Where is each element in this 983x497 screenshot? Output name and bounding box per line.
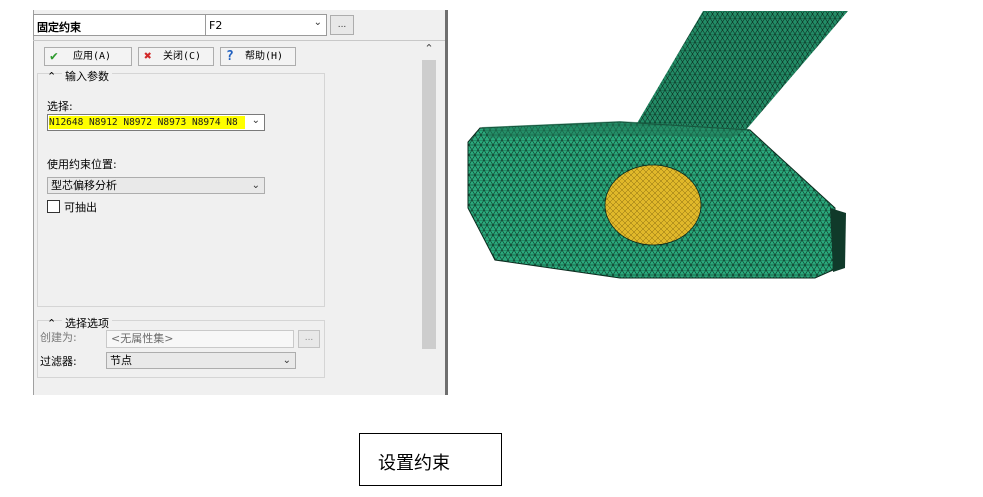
fixed-constraint-face[interactable] — [604, 164, 702, 246]
mesh-model-view[interactable] — [460, 10, 860, 300]
location-label: 使用约束位置: — [47, 158, 117, 171]
input-params-header[interactable]: 输入参数 — [62, 68, 112, 84]
check-icon: ✔ — [50, 49, 58, 64]
create-as-label: 创建为: — [40, 331, 77, 344]
location-dropdown[interactable]: 型芯偏移分析 ⌄ — [47, 177, 265, 194]
apply-label: 应用(A) — [73, 51, 112, 62]
help-button[interactable]: ? 帮助(H) — [220, 47, 296, 66]
chevron-down-icon: ⌄ — [313, 17, 322, 28]
constraint-name-field[interactable]: 固定约束 — [33, 14, 205, 36]
close-button[interactable]: ✖ 关闭(C) — [138, 47, 214, 66]
selection-value: N12648 N8912 N8972 N8973 N8974 N8 — [49, 116, 245, 129]
filter-dropdown[interactable]: 节点 ⌄ — [106, 352, 296, 369]
scrollbar-thumb[interactable] — [422, 60, 436, 349]
selection-input[interactable]: N12648 N8912 N8972 N8973 N8974 N8 ⌄ — [47, 114, 265, 131]
chevron-down-icon[interactable]: ⌄ — [252, 115, 260, 126]
extractable-checkbox[interactable] — [47, 200, 60, 213]
type-more-button[interactable]: ... — [330, 15, 354, 35]
panel-divider — [445, 10, 448, 395]
apply-button[interactable]: ✔ 应用(A) — [44, 47, 132, 66]
figure-caption-box: 设置约束 — [359, 433, 502, 486]
constraint-type-value: F2 — [209, 19, 223, 32]
collapse-caret-icon[interactable]: ⌃ — [47, 70, 56, 83]
filter-label: 过滤器: — [40, 355, 77, 368]
header-divider — [33, 40, 445, 41]
close-label: 关闭(C) — [163, 51, 202, 62]
location-value: 型芯偏移分析 — [51, 179, 117, 192]
create-as-more-button[interactable]: ... — [298, 330, 320, 348]
question-icon: ? — [226, 49, 234, 64]
filter-value: 节点 — [110, 354, 132, 367]
chevron-down-icon: ⌄ — [251, 180, 260, 191]
x-icon: ✖ — [144, 49, 152, 64]
create-as-field[interactable]: <无属性集> — [106, 330, 294, 348]
scroll-up-icon[interactable]: ⌃ — [421, 42, 437, 56]
constraint-type-dropdown[interactable]: F2 ⌄ — [205, 14, 327, 36]
select-label: 选择: — [47, 100, 73, 113]
mesh-shaft — [633, 11, 848, 138]
help-label: 帮助(H) — [245, 51, 284, 62]
extractable-label: 可抽出 — [64, 201, 97, 214]
chevron-down-icon: ⌄ — [282, 355, 291, 366]
constraint-name-value: 固定约束 — [37, 21, 81, 34]
figure-caption: 设置约束 — [378, 453, 450, 474]
